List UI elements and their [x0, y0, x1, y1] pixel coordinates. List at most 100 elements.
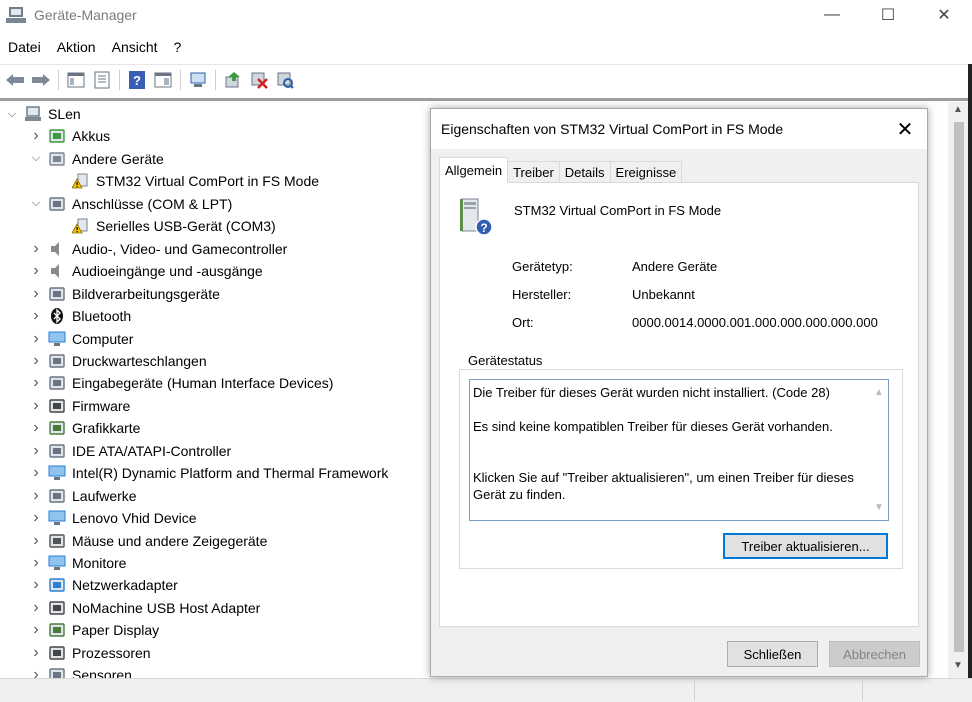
chevron-right-icon[interactable]: › [30, 397, 42, 414]
close-dialog-button[interactable]: Schließen [727, 641, 818, 667]
tree-category[interactable]: › Bildverarbeitungsgeräte [30, 283, 220, 305]
device-name: STM32 Virtual ComPort in FS Mode [514, 203, 722, 218]
tree-category[interactable]: › Audio-, Video- und Gamecontroller [30, 238, 287, 260]
chevron-right-icon[interactable]: › [30, 576, 42, 593]
tree-category[interactable]: › Firmware [30, 395, 130, 417]
scrollbar-thumb[interactable] [954, 122, 964, 652]
tree-category[interactable]: › Monitore [30, 552, 126, 574]
chevron-right-icon[interactable]: › [30, 330, 42, 347]
chevron-right-icon[interactable]: › [30, 621, 42, 638]
tree-item-label: Computer [72, 330, 134, 347]
tree-item-label: STM32 Virtual ComPort in FS Mode [96, 173, 320, 190]
chevron-right-icon[interactable]: › [30, 666, 42, 678]
tab-allgemein[interactable]: Allgemein [439, 157, 509, 183]
scroll-down-icon[interactable]: ▼ [870, 499, 888, 516]
properties-icon[interactable] [91, 69, 113, 91]
tree-device[interactable]: STM32 Virtual ComPort in FS Mode [54, 170, 319, 192]
chevron-right-icon[interactable]: › [30, 509, 42, 526]
scan-hardware-icon[interactable] [274, 69, 296, 91]
chevron-right-icon[interactable]: › [30, 442, 42, 459]
display-devices-icon[interactable] [187, 69, 209, 91]
tree-scrollbar[interactable]: ▲ ▼ [948, 102, 968, 678]
tree-category[interactable]: › Intel(R) Dynamic Platform and Thermal F… [30, 462, 388, 484]
chevron-right-icon[interactable]: › [30, 644, 42, 661]
chevron-down-icon[interactable]: ⌵ [30, 152, 42, 165]
tab-treiber[interactable]: Treiber [507, 161, 560, 183]
tree-category[interactable]: › IDE ATA/ATAPI-Controller [30, 440, 231, 462]
tree-category[interactable]: › Bluetooth [30, 305, 131, 327]
tree-category[interactable]: › Druckwarteschlangen [30, 350, 206, 372]
tree-root-label: SLen [48, 106, 81, 122]
chevron-right-icon[interactable]: › [30, 374, 42, 391]
cancel-button[interactable]: Abbrechen [829, 641, 920, 667]
tree-item-label: Audio-, Video- und Gamecontroller [72, 240, 288, 257]
camera-icon [48, 286, 66, 302]
toolbar-separator [180, 69, 181, 90]
help-icon[interactable]: ? [126, 69, 148, 91]
chevron-down-icon[interactable]: ⌵ [30, 197, 42, 210]
chevron-down-icon[interactable]: ⌵ [6, 108, 18, 120]
tree-category[interactable]: › Eingabegeräte (Human Interface Devices) [30, 372, 333, 394]
action-view-icon[interactable] [152, 69, 174, 91]
tab-ereignisse[interactable]: Ereignisse [609, 161, 683, 183]
properties-dialog: Eigenschaften von STM32 Virtual ComPort … [430, 108, 928, 677]
tree-category[interactable]: › Audioeingänge und -ausgänge [30, 260, 262, 282]
chevron-right-icon[interactable]: › [30, 554, 42, 571]
chevron-right-icon[interactable]: › [30, 352, 42, 369]
chevron-right-icon[interactable]: › [30, 262, 42, 279]
tree-category[interactable]: ⌵ Andere Geräte [30, 148, 164, 170]
tree-category[interactable]: › Grafikkarte [30, 417, 140, 439]
update-driver-icon[interactable] [222, 69, 244, 91]
tree-category[interactable]: ⌵ Anschlüsse (COM & LPT) [30, 193, 232, 215]
menu-help[interactable]: ? [166, 39, 190, 55]
tree-category[interactable]: › Paper Display [30, 619, 159, 641]
monitor-icon [48, 331, 66, 347]
close-button[interactable]: ✕ [916, 0, 972, 30]
chevron-right-icon[interactable]: › [30, 285, 42, 302]
status-divider [862, 681, 863, 701]
maximize-button[interactable]: ☐ [860, 0, 916, 30]
chevron-right-icon[interactable]: › [30, 240, 42, 257]
tree-category[interactable]: › Mäuse und andere Zeigegeräte [30, 530, 267, 552]
chevron-right-icon[interactable]: › [30, 307, 42, 324]
chevron-right-icon[interactable]: › [30, 127, 42, 144]
uninstall-device-icon[interactable] [248, 69, 270, 91]
menu-ansicht[interactable]: Ansicht [104, 39, 166, 55]
chevron-right-icon[interactable]: › [30, 599, 42, 616]
chevron-right-icon[interactable]: › [30, 464, 42, 481]
status-scrollbar[interactable]: ▲ ▼ [870, 380, 888, 520]
tree-item-label: Sensoren [72, 667, 132, 678]
svg-text:?: ? [480, 221, 487, 235]
tree-category[interactable]: › NoMachine USB Host Adapter [30, 597, 260, 619]
device-status-textbox[interactable]: Die Treiber für dieses Gerät wurden nich… [469, 379, 889, 521]
tree-root[interactable]: ⌵ SLen [6, 103, 81, 125]
tree-category[interactable]: › Lenovo Vhid Device [30, 507, 196, 529]
chevron-right-icon[interactable]: › [30, 487, 42, 504]
menu-datei[interactable]: Datei [0, 39, 49, 55]
chevron-right-icon[interactable]: › [30, 419, 42, 436]
tree-item-label: Bluetooth [72, 308, 132, 325]
firmware-icon [48, 398, 66, 414]
minimize-button[interactable]: — [804, 0, 860, 30]
dialog-close-button[interactable]: ✕ [891, 115, 919, 143]
tree-category[interactable]: › Netzwerkadapter [30, 574, 178, 596]
forward-icon[interactable] [30, 69, 52, 91]
show-hide-tree-icon[interactable] [65, 69, 87, 91]
tree-device[interactable]: Serielles USB-Gerät (COM3) [54, 215, 276, 237]
scroll-up-icon[interactable]: ▲ [948, 104, 968, 120]
menu-aktion[interactable]: Aktion [49, 39, 104, 55]
tab-details[interactable]: Details [558, 161, 611, 183]
scroll-up-icon[interactable]: ▲ [870, 384, 888, 401]
tree-category[interactable]: › Akkus [30, 125, 110, 147]
tree-category[interactable]: › Computer [30, 328, 133, 350]
tree-category[interactable]: › Prozessoren [30, 642, 150, 664]
tree-category[interactable]: › Laufwerke [30, 485, 136, 507]
tree-category[interactable]: › Sensoren [30, 664, 132, 678]
scroll-down-icon[interactable]: ▼ [948, 660, 968, 676]
update-driver-button[interactable]: Treiber aktualisieren... [723, 533, 888, 559]
status-line: Klicken Sie auf "Treiber aktualisieren",… [473, 470, 854, 502]
back-icon[interactable] [4, 69, 26, 91]
chevron-right-icon[interactable]: › [30, 532, 42, 549]
manufacturer-label: Hersteller: [512, 287, 572, 302]
usb-icon [48, 600, 66, 616]
